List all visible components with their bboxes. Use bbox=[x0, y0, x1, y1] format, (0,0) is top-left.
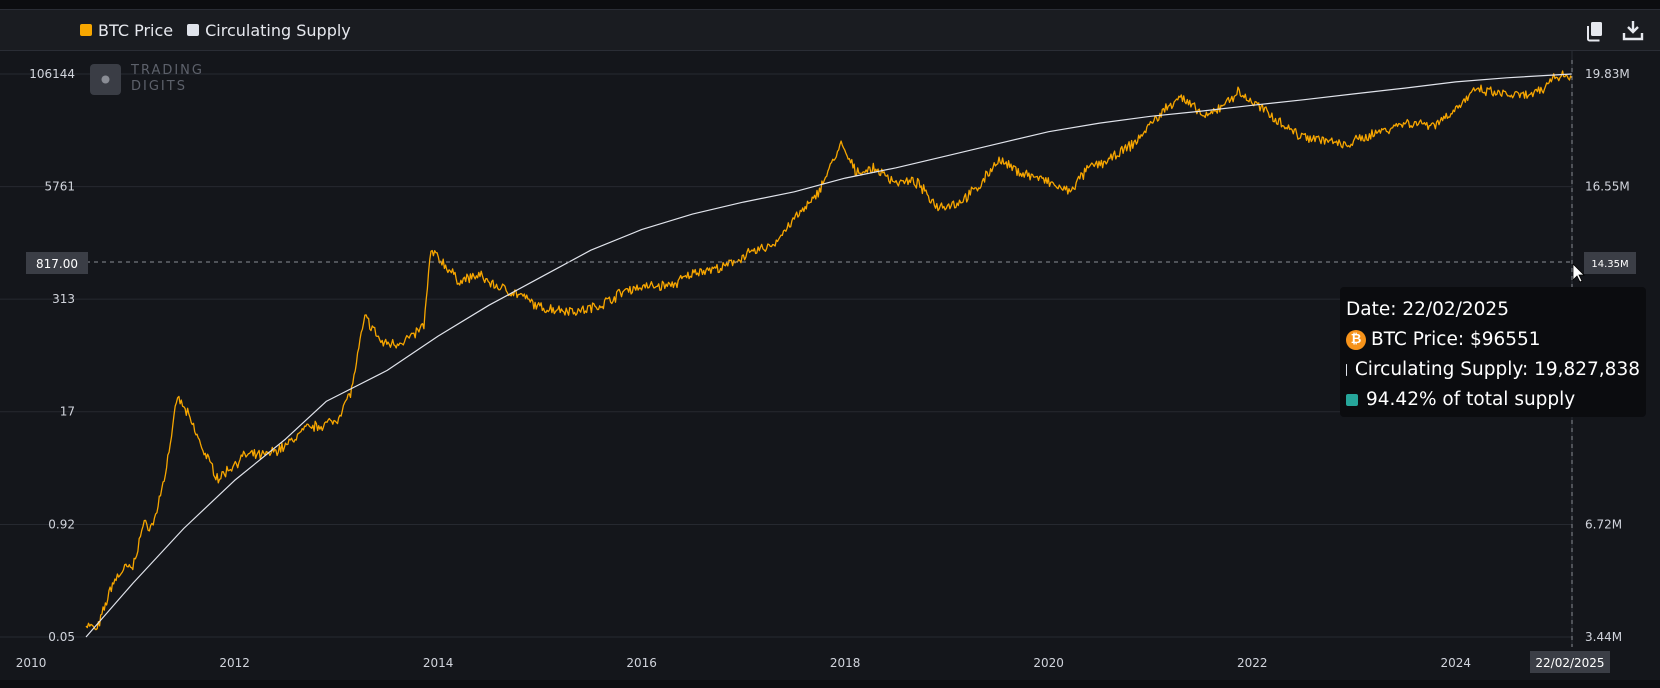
watermark: TRADING DIGITS bbox=[90, 63, 204, 95]
chart-panel: BTC Price Circulating Supply TRADING DIG… bbox=[0, 9, 1660, 681]
x-tick-label: 2022 bbox=[1237, 656, 1268, 670]
watermark-logo-dot bbox=[101, 75, 110, 84]
tooltip-percent-swatch bbox=[1346, 394, 1358, 406]
y-left-tick-label: 0.05 bbox=[48, 630, 75, 644]
tooltip-price-row: ₿ BTC Price: $96551 bbox=[1346, 325, 1640, 355]
y-right-tick-label: 16.55M bbox=[1585, 180, 1630, 194]
tooltip-supply-swatch bbox=[1346, 364, 1347, 376]
y-left-tick-label: 0.92 bbox=[48, 517, 75, 531]
tooltip-date: Date: 22/02/2025 bbox=[1346, 299, 1509, 320]
tooltip: Date: 22/02/2025 ₿ BTC Price: $96551 Cir… bbox=[1340, 287, 1646, 417]
top-strip bbox=[0, 0, 1660, 9]
crosshair-price-label: 817.00 bbox=[36, 257, 78, 271]
crosshair-supply-label: 14.35M bbox=[1591, 259, 1628, 270]
bitcoin-icon: ₿ bbox=[1346, 330, 1366, 350]
x-tick-label: 2020 bbox=[1033, 656, 1064, 670]
x-tick-label: 2024 bbox=[1440, 656, 1471, 670]
watermark-line2: DIGITS bbox=[131, 79, 187, 94]
x-tick-label: 2016 bbox=[626, 656, 657, 670]
y-left-tick-label: 17 bbox=[60, 405, 75, 419]
bottom-strip bbox=[0, 680, 1660, 688]
tooltip-date-row: Date: 22/02/2025 bbox=[1346, 295, 1640, 325]
chart-grid bbox=[0, 73, 1572, 638]
x-tick-label: 2018 bbox=[830, 656, 861, 670]
tooltip-supply-row: Circulating Supply: 19,827,838 bbox=[1346, 355, 1640, 385]
y-left-tick-label: 106144 bbox=[29, 67, 75, 81]
x-tick-label: 2014 bbox=[423, 656, 454, 670]
x-tick-label: 2010 bbox=[16, 656, 47, 670]
tooltip-supply: Circulating Supply: 19,827,838 bbox=[1354, 359, 1640, 380]
y-right-tick-label: 19.83M bbox=[1585, 67, 1630, 81]
watermark-line1: TRADING bbox=[130, 63, 204, 78]
crosshair-date-label: 22/02/2025 bbox=[1535, 656, 1604, 670]
y-right-tick-label: 3.44M bbox=[1585, 630, 1622, 644]
tooltip-percent-row: 94.42% of total supply bbox=[1346, 385, 1640, 415]
tooltip-percent: 94.42% of total supply bbox=[1366, 389, 1576, 410]
y-right-tick-label: 6.72M bbox=[1585, 517, 1622, 531]
y-left-tick-label: 5761 bbox=[44, 180, 75, 194]
y-left-tick-label: 313 bbox=[52, 292, 75, 306]
mouse-cursor-icon bbox=[1572, 263, 1585, 283]
tooltip-price: BTC Price: $96551 bbox=[1371, 329, 1541, 350]
x-tick-label: 2012 bbox=[219, 656, 250, 670]
